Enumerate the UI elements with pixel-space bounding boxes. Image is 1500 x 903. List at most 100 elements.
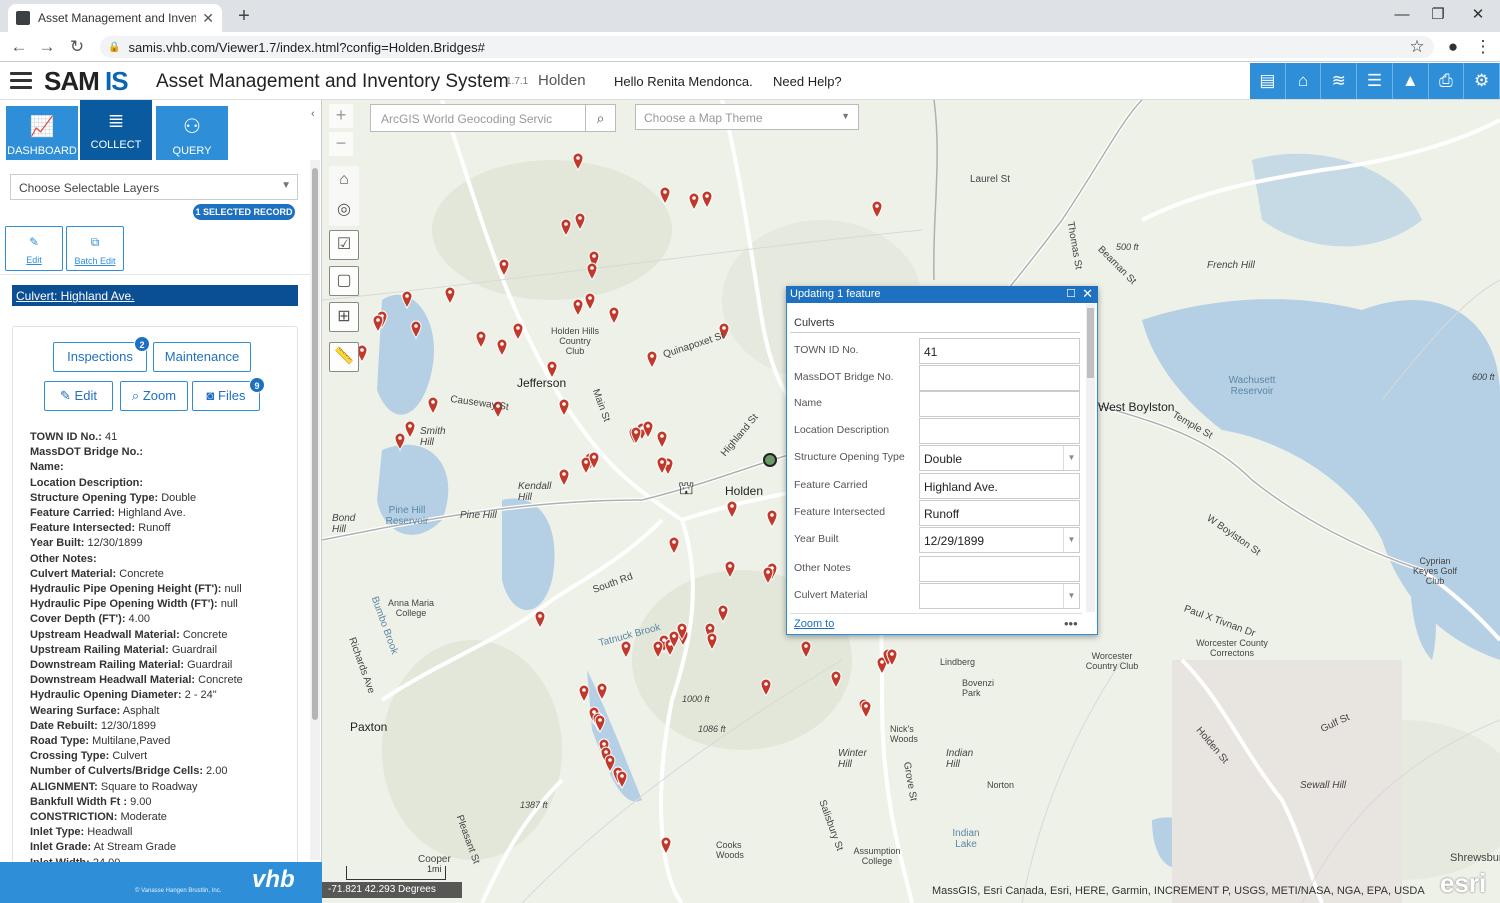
bridge-marker[interactable] [572, 298, 584, 318]
bridge-marker[interactable] [558, 468, 570, 488]
bridge-marker[interactable] [652, 640, 664, 660]
tab-query[interactable]: ⚇ QUERY [156, 106, 228, 160]
layers-icon[interactable]: ≋ [1321, 63, 1358, 99]
field-input[interactable]: 41 [919, 338, 1080, 364]
zoom-button[interactable]: ⌕ Zoom [120, 381, 188, 411]
bridge-marker[interactable] [616, 770, 628, 790]
bridge-marker[interactable] [394, 432, 406, 452]
locate-icon[interactable]: ◎ [329, 196, 359, 226]
bridge-marker[interactable] [427, 396, 439, 416]
bridge-marker[interactable] [560, 218, 572, 238]
minimize-button[interactable]: — [1382, 2, 1422, 28]
bridge-marker[interactable] [860, 700, 872, 720]
home-extent-icon[interactable]: ⌂ [329, 166, 359, 196]
bridge-marker[interactable] [401, 290, 413, 310]
home-icon[interactable]: ⌂ [1285, 63, 1322, 99]
field-input[interactable]: Highland Ave. [919, 473, 1080, 499]
bridge-marker[interactable] [762, 566, 774, 586]
selected-record-link[interactable]: Culvert: Highland Ave. [12, 285, 298, 306]
grid-select-icon[interactable]: ⊞ [329, 302, 359, 332]
card-edit-button[interactable]: ✎ Edit [44, 381, 113, 411]
maintenance-button[interactable]: Maintenance [153, 342, 251, 372]
field-input[interactable]: ▼ [919, 583, 1080, 609]
selected-record-badge[interactable]: 1 SELECTED RECORD [193, 204, 295, 220]
bridge-marker[interactable] [760, 678, 772, 698]
graduation-cap-icon[interactable]: ▲ [1392, 63, 1429, 99]
field-input[interactable] [919, 556, 1080, 582]
report-icon[interactable]: ▤ [1250, 63, 1286, 99]
bridge-marker[interactable] [475, 330, 487, 350]
bookmark-star-icon[interactable]: ☆ [1404, 34, 1430, 60]
left-scrollbar[interactable] [310, 160, 320, 860]
bridge-marker[interactable] [534, 610, 546, 630]
reload-icon[interactable]: ↻ [64, 34, 90, 60]
print-icon[interactable]: ⎙ [1428, 63, 1465, 99]
bridge-marker[interactable] [701, 190, 713, 210]
more-options-icon[interactable]: ••• [1064, 616, 1078, 631]
bridge-marker[interactable] [688, 192, 700, 212]
restore-button[interactable]: ❐ [1418, 2, 1458, 28]
bridge-marker[interactable] [498, 258, 510, 278]
bridge-marker[interactable] [404, 420, 416, 440]
search-icon[interactable]: ⌕ [585, 105, 615, 131]
rectangle-select-icon[interactable]: ▢ [329, 266, 359, 296]
url-bar[interactable]: 🔒 samis.vhb.com/Viewer1.7/index.html?con… [100, 36, 1434, 58]
bridge-marker[interactable] [496, 338, 508, 358]
bridge-marker[interactable] [594, 714, 606, 734]
gear-icon[interactable]: ⚙ [1464, 63, 1500, 99]
bridge-marker[interactable] [444, 286, 456, 306]
tab-close-icon[interactable]: ✕ [202, 10, 214, 27]
new-tab-button[interactable]: + [232, 4, 256, 28]
measure-icon[interactable]: 📏 [329, 342, 359, 372]
batch-edit-button[interactable]: ⧉ Batch Edit [66, 226, 124, 271]
hamburger-menu-icon[interactable] [10, 72, 32, 90]
maximize-icon[interactable]: ☐ [1066, 287, 1076, 300]
zoom-in-button[interactable]: + [329, 104, 353, 128]
bridge-marker[interactable] [660, 836, 672, 856]
bridge-marker[interactable] [800, 640, 812, 660]
bridge-marker[interactable] [724, 560, 736, 580]
tab-collect[interactable]: ≣ COLLECT [80, 100, 152, 160]
user-greeting[interactable]: Hello Renita Mendonca. [614, 74, 753, 89]
bridge-marker[interactable] [766, 509, 778, 529]
bridge-marker[interactable] [584, 292, 596, 312]
popup-scrollbar[interactable] [1086, 304, 1095, 612]
selected-feature-marker[interactable] [763, 453, 777, 467]
bridge-marker[interactable] [578, 684, 590, 704]
bridge-marker[interactable] [717, 604, 729, 624]
selectable-layers-select[interactable]: Choose Selectable Layers ▼ [10, 174, 298, 200]
bridge-marker[interactable] [372, 314, 384, 334]
collapse-panel-icon[interactable]: ‹ [311, 108, 315, 120]
bridge-marker[interactable] [656, 430, 668, 450]
field-input[interactable] [919, 418, 1080, 444]
bridge-marker[interactable] [668, 536, 680, 556]
field-input[interactable] [919, 391, 1080, 417]
profile-icon[interactable]: ● [1440, 34, 1466, 60]
tab-dashboard[interactable]: 📈 DASHBOARD [6, 106, 78, 160]
help-link[interactable]: Need Help? [773, 74, 842, 89]
forward-icon[interactable]: → [34, 34, 60, 60]
bridge-marker[interactable] [410, 320, 422, 340]
bridge-marker[interactable] [596, 682, 608, 702]
bridge-marker[interactable] [572, 152, 584, 172]
bridge-marker[interactable] [659, 186, 671, 206]
close-icon[interactable]: ✕ [1082, 286, 1093, 302]
close-window-button[interactable]: ✕ [1458, 2, 1498, 28]
bridge-marker[interactable] [620, 640, 632, 660]
zoom-out-button[interactable]: − [329, 132, 353, 156]
edit-button[interactable]: ✎ Edit [5, 226, 63, 271]
bridge-marker[interactable] [726, 500, 738, 520]
browser-tab[interactable]: Asset Management and Inventor ✕ [8, 4, 222, 32]
bridge-marker[interactable] [830, 670, 842, 690]
zoom-to-link[interactable]: Zoom to [794, 618, 834, 630]
back-icon[interactable]: ← [6, 34, 32, 60]
bridge-marker[interactable] [586, 262, 598, 282]
browser-menu-icon[interactable]: ⋮ [1470, 34, 1496, 60]
bridge-marker[interactable] [512, 322, 524, 342]
bridge-marker[interactable] [646, 350, 658, 370]
field-input[interactable] [919, 365, 1080, 391]
bridge-marker[interactable] [706, 632, 718, 652]
field-input[interactable]: 12/29/1899 ▼ [919, 527, 1080, 553]
bridge-marker[interactable] [608, 306, 620, 326]
list-icon[interactable]: ☰ [1357, 63, 1393, 99]
